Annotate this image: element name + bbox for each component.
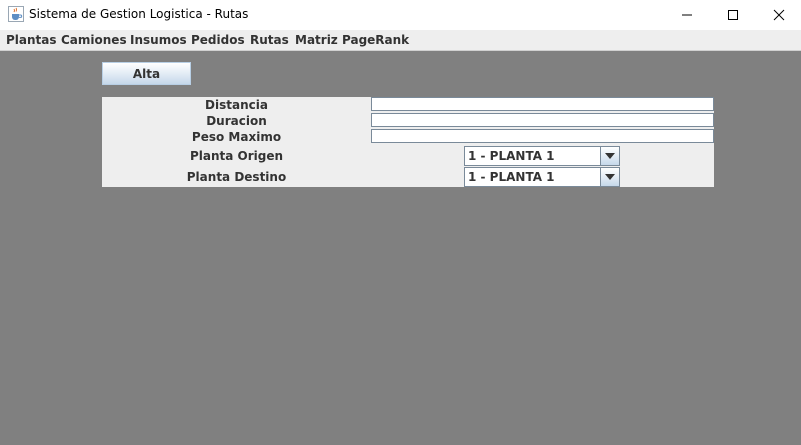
menu-bar: Plantas Camiones Insumos Pedidos Rutas M…	[0, 30, 801, 51]
close-button[interactable]	[756, 0, 801, 30]
menu-pagerank[interactable]: PageRank	[342, 33, 409, 47]
planta-origen-label: Planta Origen	[189, 149, 284, 163]
window-title: Sistema de Gestion Logistica - Rutas	[29, 7, 249, 21]
peso-maximo-label: Peso Maximo	[191, 130, 282, 144]
alta-button[interactable]: Alta	[102, 62, 191, 85]
maximize-icon	[728, 10, 738, 20]
menu-rutas[interactable]: Rutas	[250, 33, 289, 47]
planta-destino-dropdown-button[interactable]	[600, 168, 619, 186]
chevron-down-icon	[605, 153, 615, 159]
close-icon	[773, 9, 785, 21]
menu-pedidos[interactable]: Pedidos	[191, 33, 245, 47]
distancia-field[interactable]	[371, 97, 714, 111]
chevron-down-icon	[605, 174, 615, 180]
minimize-icon	[682, 14, 692, 16]
planta-destino-label: Planta Destino	[186, 170, 287, 184]
menu-plantas[interactable]: Plantas	[6, 33, 57, 47]
menu-camiones[interactable]: Camiones	[61, 33, 127, 47]
planta-origen-dropdown-button[interactable]	[600, 147, 619, 165]
java-cup-icon	[8, 6, 24, 22]
planta-origen-select[interactable]: 1 - PLANTA 1	[464, 146, 620, 166]
planta-origen-value: 1 - PLANTA 1	[468, 149, 555, 163]
planta-destino-select[interactable]: 1 - PLANTA 1	[464, 167, 620, 187]
app-window: Sistema de Gestion Logistica - Rutas Pla…	[0, 0, 801, 445]
distancia-label: Distancia	[205, 98, 268, 112]
planta-destino-value: 1 - PLANTA 1	[468, 170, 555, 184]
menu-matriz[interactable]: Matriz	[295, 33, 338, 47]
ruta-form: Distancia Duracion Peso Maximo Planta Or…	[102, 97, 714, 187]
minimize-button[interactable]	[664, 0, 710, 30]
peso-maximo-field[interactable]	[371, 129, 714, 143]
maximize-button[interactable]	[710, 0, 756, 30]
duracion-field[interactable]	[371, 113, 714, 127]
menu-insumos[interactable]: Insumos	[130, 33, 187, 47]
title-bar[interactable]: Sistema de Gestion Logistica - Rutas	[0, 0, 801, 30]
duracion-label: Duracion	[206, 114, 267, 128]
